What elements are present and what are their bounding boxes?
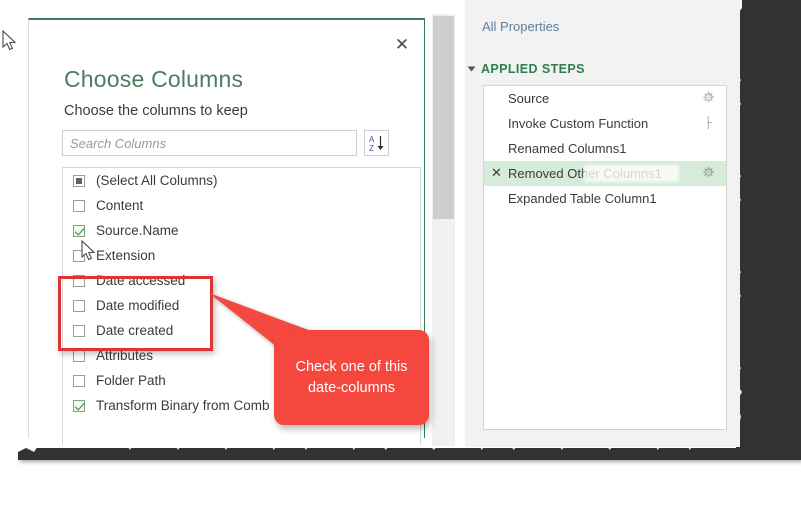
- checkbox-icon[interactable]: [73, 399, 85, 412]
- column-list-item[interactable]: Content: [63, 193, 420, 218]
- svg-text:Z: Z: [369, 144, 374, 153]
- column-label: Transform Binary from Comb: [96, 398, 270, 413]
- pane-gap: [455, 14, 465, 446]
- all-properties-link[interactable]: All Properties: [482, 19, 559, 34]
- sort-az-icon: A Z: [369, 135, 384, 153]
- redaction-smudge: [584, 165, 679, 182]
- applied-step-label: Expanded Table Column1: [508, 191, 657, 206]
- search-input[interactable]: [62, 130, 357, 156]
- column-label: (Select All Columns): [96, 173, 218, 188]
- applied-step-row[interactable]: Expanded Table Column1: [484, 186, 726, 211]
- dialog-subtitle: Choose the columns to keep: [64, 103, 248, 119]
- chevron-right-icon[interactable]: ├: [704, 117, 712, 129]
- checkbox-icon[interactable]: [73, 349, 85, 362]
- callout-text: Check one of this date-columns: [295, 358, 408, 396]
- date-columns-highlight-rect: [58, 276, 213, 351]
- svg-text:A: A: [369, 135, 375, 144]
- applied-steps-header[interactable]: APPLIED STEPS: [467, 62, 585, 76]
- applied-step-row[interactable]: ✕Removed Other Columns1: [484, 161, 726, 186]
- applied-step-label: Source: [508, 91, 550, 106]
- checkbox-icon[interactable]: [73, 224, 85, 237]
- column-list-item[interactable]: (Select All Columns): [63, 168, 420, 193]
- applied-step-row[interactable]: Source: [484, 86, 726, 111]
- column-label: Extension: [96, 248, 156, 263]
- applied-steps-list[interactable]: Source Invoke Custom Function ├ Renamed Col…: [483, 85, 727, 430]
- query-settings-pane: All Properties APPLIED STEPS Source Invok…: [465, 0, 740, 447]
- applied-step-row[interactable]: Invoke Custom Function ├: [484, 111, 726, 136]
- vertical-scrollbar-thumb[interactable]: [433, 16, 454, 219]
- column-label: Content: [96, 198, 144, 213]
- mouse-cursor-top-left: [2, 30, 17, 51]
- applied-step-label: Invoke Custom Function: [508, 116, 649, 131]
- applied-steps-title: APPLIED STEPS: [481, 62, 585, 76]
- applied-step-label: Renamed Columns1: [508, 141, 627, 156]
- checkbox-icon[interactable]: [73, 249, 85, 262]
- column-list-item[interactable]: Extension: [63, 243, 420, 268]
- sort-az-button[interactable]: A Z: [364, 130, 389, 156]
- applied-step-row[interactable]: Renamed Columns1: [484, 136, 726, 161]
- close-icon[interactable]: ✕: [390, 33, 414, 57]
- delete-step-icon[interactable]: ✕: [490, 166, 503, 179]
- column-list-item[interactable]: Source.Name: [63, 218, 420, 243]
- gear-icon[interactable]: [702, 166, 715, 179]
- gear-icon[interactable]: [702, 91, 715, 104]
- screenshot-root: ✕ Choose Columns Choose the columns to k…: [0, 0, 801, 505]
- checkbox-icon[interactable]: [73, 374, 85, 387]
- search-row: A Z: [62, 130, 393, 156]
- dialog-title: Choose Columns: [64, 66, 244, 92]
- column-label: Folder Path: [96, 373, 166, 388]
- callout-bubble: Check one of this date-columns: [274, 330, 429, 425]
- collapse-triangle-icon[interactable]: [467, 66, 476, 72]
- column-label: Source.Name: [96, 223, 179, 238]
- checkbox-icon[interactable]: [73, 174, 85, 187]
- checkbox-icon[interactable]: [73, 199, 85, 212]
